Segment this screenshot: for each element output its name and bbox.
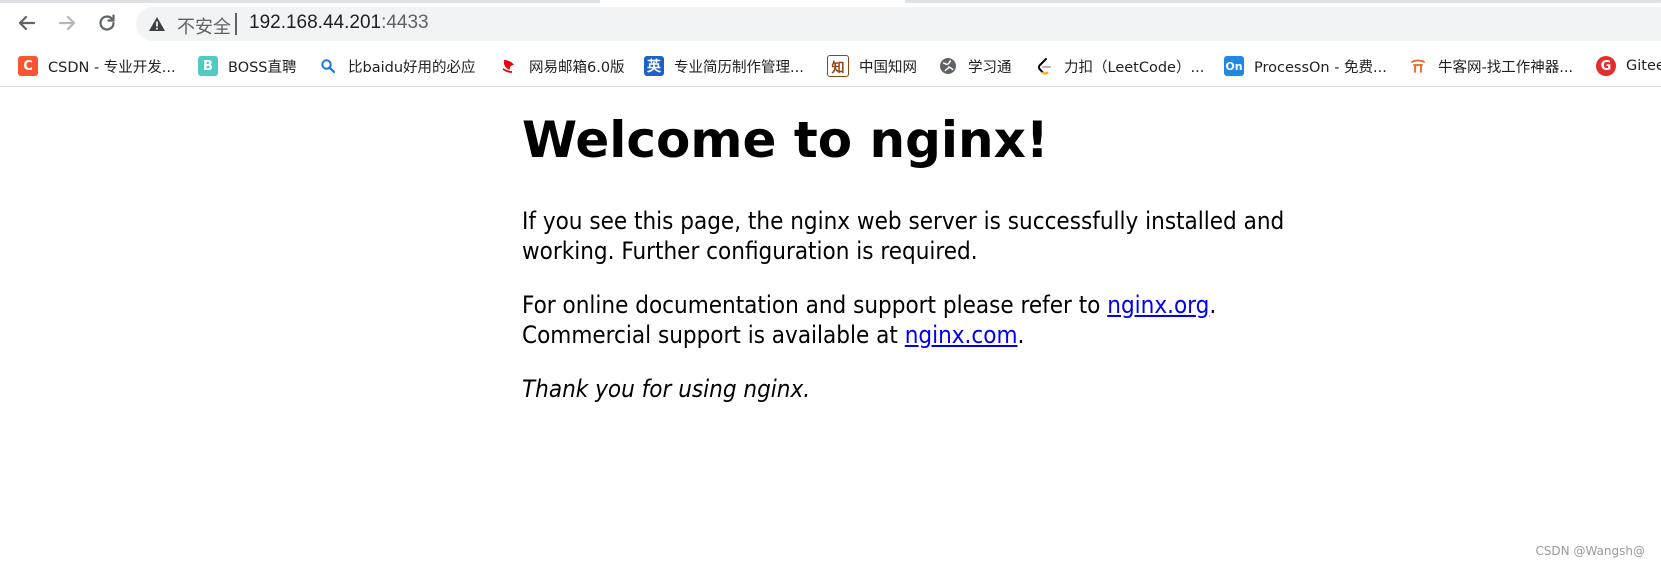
- bookmarks-bar: C CSDN - 专业开发... B BOSS直聘 比baidu好用的必应 网易…: [0, 46, 1661, 87]
- browser-toolbar: 不安全 192.168.44.201:4433: [0, 0, 1661, 46]
- back-button[interactable]: [12, 8, 42, 38]
- back-arrow-icon: [18, 15, 36, 31]
- bookmark-label: 学习通: [968, 59, 1012, 76]
- url-host: 192.168.44.201: [249, 12, 382, 33]
- omnibox-separator: [235, 13, 237, 35]
- bookmark-boss[interactable]: B BOSS直聘: [198, 54, 297, 78]
- csdn-icon: C: [18, 56, 38, 76]
- thanks-paragraph: Thank you for using nginx.: [522, 375, 811, 403]
- globe-icon: [938, 56, 958, 76]
- forward-arrow-icon: [58, 15, 76, 31]
- docs-paragraph: For online documentation and support ple…: [522, 290, 1322, 350]
- url-text[interactable]: 192.168.44.201:4433: [249, 12, 429, 34]
- bing-search-icon: [318, 56, 338, 76]
- cnki-icon: 知: [827, 55, 849, 77]
- nginx-org-link[interactable]: nginx.org: [1107, 291, 1209, 319]
- commercial-text: Commercial support is available at: [522, 321, 905, 349]
- bookmark-label: 力扣（LeetCode）...: [1064, 59, 1205, 76]
- docs-text: For online documentation and support ple…: [522, 291, 1108, 319]
- intro-paragraph: If you see this page, the nginx web serv…: [522, 207, 1285, 265]
- address-bar[interactable]: 不安全 192.168.44.201:4433: [136, 7, 1661, 41]
- bookmark-label: Gitee: [1626, 58, 1661, 74]
- netease-mail-icon: [499, 56, 519, 76]
- processon-icon: On: [1224, 56, 1244, 76]
- warning-icon[interactable]: [148, 16, 166, 32]
- bookmark-label: CSDN - 专业开发...: [48, 59, 176, 76]
- page-content: Welcome to nginx! If you see this page, …: [522, 110, 1322, 404]
- forward-button[interactable]: [52, 8, 82, 38]
- page-heading: Welcome to nginx!: [522, 111, 1049, 169]
- bookmark-leetcode[interactable]: 力扣（LeetCode）...: [1034, 54, 1204, 78]
- docs-period: .: [1209, 291, 1217, 319]
- tab-strip-edge: [0, 0, 600, 3]
- nginx-com-link[interactable]: nginx.com: [905, 321, 1018, 349]
- reload-button[interactable]: [92, 8, 122, 38]
- security-status-label[interactable]: 不安全: [177, 13, 231, 39]
- bookmark-csdn[interactable]: C CSDN - 专业开发...: [18, 54, 176, 78]
- nowcoder-icon: [1408, 56, 1428, 76]
- commercial-period: .: [1017, 321, 1025, 349]
- bookmark-label: BOSS直聘: [228, 59, 297, 76]
- bookmark-cnki[interactable]: 知 中国知网: [827, 54, 917, 78]
- bookmark-label: 网易邮箱6.0版: [529, 59, 625, 76]
- bookmark-label: ProcessOn - 免费...: [1254, 59, 1387, 76]
- watermark: CSDN @Wangsh@: [1535, 544, 1645, 558]
- bookmark-processon[interactable]: On ProcessOn - 免费...: [1224, 54, 1387, 78]
- bookmark-nowcoder[interactable]: 牛客网-找工作神器...: [1408, 54, 1573, 78]
- bookmark-gitee[interactable]: G Gitee: [1596, 54, 1661, 78]
- bookmark-label: 牛客网-找工作神器...: [1438, 59, 1574, 76]
- bookmark-label: 比baidu好用的必应: [348, 59, 476, 76]
- leetcode-icon: [1034, 56, 1054, 76]
- tab-strip-edge: [905, 0, 1661, 3]
- bookmark-163-mail[interactable]: 网易邮箱6.0版: [499, 54, 625, 78]
- bookmark-label: 专业简历制作管理...: [674, 59, 804, 76]
- reload-icon: [99, 14, 115, 31]
- bookmark-bing[interactable]: 比baidu好用的必应: [318, 54, 476, 78]
- bookmark-resume[interactable]: 英 专业简历制作管理...: [644, 54, 804, 78]
- bookmark-label: 中国知网: [859, 59, 917, 76]
- gitee-icon: G: [1596, 56, 1616, 76]
- boss-icon: B: [198, 56, 218, 76]
- bookmark-xuexitong[interactable]: 学习通: [938, 54, 1012, 78]
- url-port: :4433: [381, 12, 429, 33]
- resume-icon: 英: [644, 56, 664, 76]
